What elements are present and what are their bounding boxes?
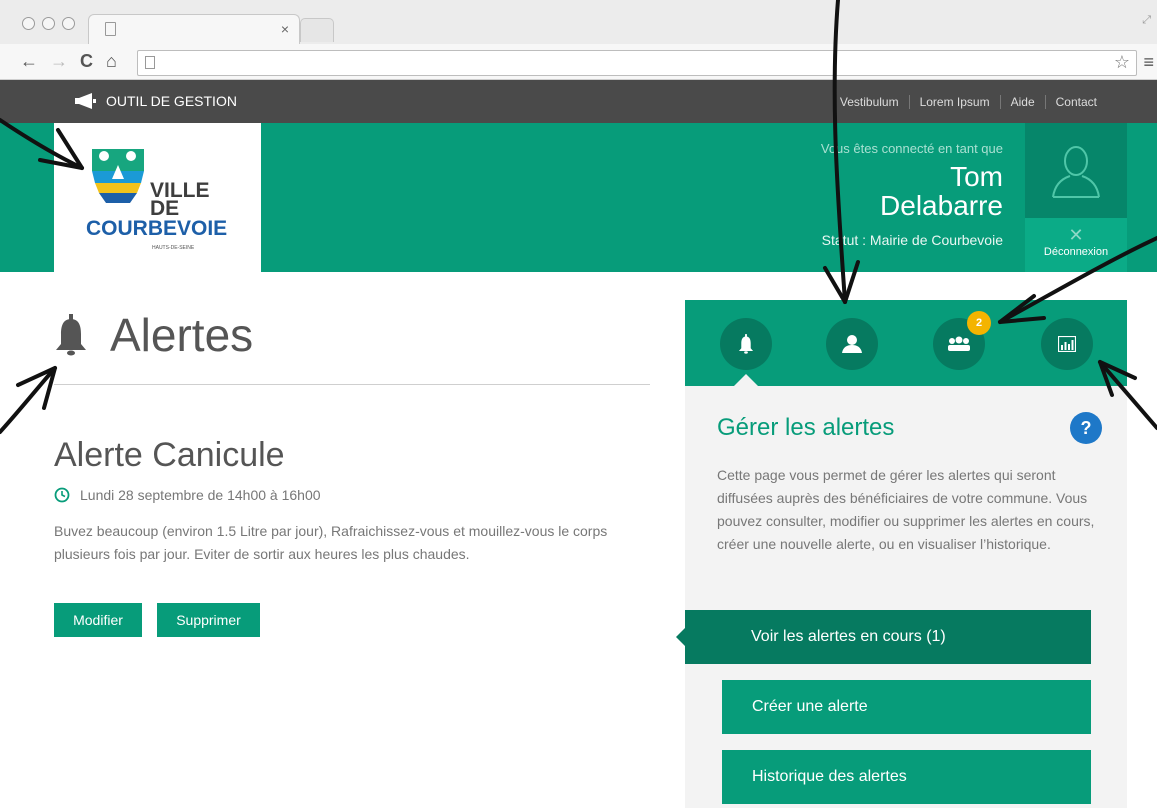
sidebar-description: Cette page vous permet de gérer les aler… (717, 467, 1095, 552)
back-icon[interactable]: ← (20, 51, 38, 71)
page-icon (105, 22, 116, 36)
browser-tab-strip: × ⤢ (0, 0, 1157, 44)
menu-alert-history[interactable]: Historique des alertes (722, 750, 1091, 804)
arrow-to-bell (0, 366, 57, 434)
active-tab-pointer (734, 374, 758, 386)
user-last-name: Delabarre (880, 190, 1003, 221)
page-icon (145, 56, 155, 69)
menu-create-alert[interactable]: Créer une alerte (722, 680, 1091, 734)
bell-icon (56, 314, 86, 356)
window-zoom-button[interactable] (62, 17, 75, 30)
home-icon[interactable]: ⌂ (106, 51, 117, 71)
clock-icon (54, 487, 70, 503)
chart-icon (1058, 336, 1076, 352)
svg-text:HAUTS-DE-SEINE: HAUTS-DE-SEINE (152, 245, 195, 251)
address-bar[interactable]: ☆ (137, 50, 1137, 76)
bell-icon (738, 334, 754, 354)
nav-link-vestibulum[interactable]: Vestibulum (830, 95, 909, 109)
edit-button[interactable]: Modifier (54, 603, 142, 637)
connected-as-label: Vous êtes connecté en tant que (820, 141, 1003, 156)
user-icon (842, 335, 862, 353)
svg-text:COURBEVOIE: COURBEVOIE (86, 217, 227, 240)
nav-link-lorem-ipsum[interactable]: Lorem Ipsum (908, 95, 1000, 109)
window-minimize-button[interactable] (42, 17, 55, 30)
megaphone-icon (75, 93, 96, 109)
user-status: Statut : Mairie de Courbevoie (821, 232, 1003, 248)
page-heading: Alertes (110, 309, 254, 361)
top-navigation: Vestibulum Lorem Ipsum Aide Contact (830, 95, 1107, 109)
delete-button[interactable]: Supprimer (157, 603, 260, 637)
forward-icon[interactable]: → (50, 51, 68, 71)
nav-link-contact[interactable]: Contact (1044, 95, 1107, 109)
user-first-name: Tom (950, 161, 1003, 192)
sidebar-tab-alerts[interactable] (720, 318, 772, 370)
tab-close-icon[interactable]: × (281, 21, 289, 37)
notification-badge: 2 (967, 311, 991, 335)
sidebar-icon-bar: 2 (685, 300, 1127, 386)
sidebar-title: Gérer les alertes (717, 414, 895, 441)
sidebar-panel: 2 Gérer les alertes ? Cette page vous pe… (676, 300, 1127, 808)
title-divider (54, 384, 650, 385)
nav-link-aide[interactable]: Aide (999, 95, 1045, 109)
user-info: Vous êtes connecté en tant que Tom Delab… (821, 141, 1003, 248)
sidebar-tab-statistics[interactable] (1041, 318, 1093, 370)
user-avatar[interactable] (1025, 123, 1127, 218)
logout-button[interactable]: ✕ Déconnexion (1025, 218, 1127, 272)
logout-label: Déconnexion (1043, 246, 1109, 258)
new-tab-button[interactable] (300, 18, 334, 42)
close-icon: ✕ (1068, 225, 1084, 245)
app-brand[interactable]: OUTIL DE GESTION (74, 93, 237, 109)
brand-label: OUTIL DE GESTION (106, 93, 237, 109)
user-avatar-icon (1052, 145, 1100, 198)
help-button[interactable]: ? (1070, 412, 1102, 444)
sidebar-tab-profile[interactable] (826, 318, 878, 370)
alert-date: Lundi 28 septembre de 14h00 à 16h00 (54, 487, 321, 503)
menu-current-alerts[interactable]: Voir les alertes en cours (1) (676, 610, 1091, 664)
window-close-button[interactable] (22, 17, 35, 30)
bookmark-star-icon[interactable]: ☆ (1114, 52, 1130, 73)
alert-date-text: Lundi 28 septembre de 14h00 à 16h00 (80, 487, 321, 503)
reload-icon[interactable]: C (80, 51, 93, 71)
site-header: VILLE DE COURBEVOIE HAUTS-DE-SEINE Vous … (0, 123, 1157, 272)
site-topbar: OUTIL DE GESTION Vestibulum Lorem Ipsum … (0, 80, 1157, 123)
group-icon (948, 336, 970, 351)
fullscreen-icon[interactable]: ⤢ (1142, 14, 1151, 27)
alert-title: Alerte Canicule (54, 436, 285, 474)
browser-tab[interactable]: × (88, 14, 300, 44)
courbevoie-logo-icon: VILLE DE COURBEVOIE HAUTS-DE-SEINE (86, 149, 227, 251)
page-title: Alertes (54, 308, 253, 362)
browser-menu-icon[interactable]: ≡ (1143, 52, 1154, 73)
alert-description: Buvez beaucoup (environ 1.5 Litre par jo… (54, 523, 608, 562)
browser-toolbar: ← → C ⌂ ☆ ≡ (0, 44, 1157, 80)
city-logo[interactable]: VILLE DE COURBEVOIE HAUTS-DE-SEINE (54, 123, 261, 272)
